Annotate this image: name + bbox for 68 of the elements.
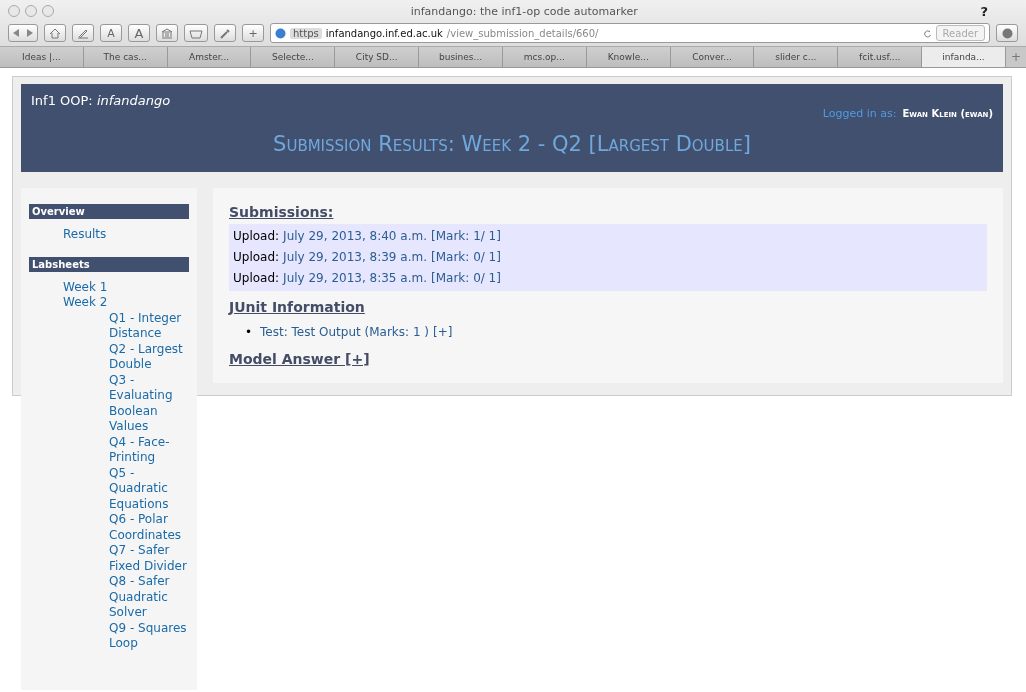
mark-link[interactable]: [Mark: 0/ 1] <box>431 247 501 268</box>
bullet: • <box>245 325 253 339</box>
reload-icon[interactable] <box>922 28 932 38</box>
page-title: Submission Results: Week 2 - Q2 [Largest Double] <box>272 132 752 156</box>
browser-tab[interactable]: Amster... <box>167 47 252 67</box>
browser-tab[interactable]: slider c... <box>754 47 839 67</box>
sidebar-link[interactable]: Results <box>29 227 189 243</box>
address-field[interactable]: https infandango.inf.ed.ac.uk /view_submission_details/660/ Reader <box>270 23 990 43</box>
section-heading[interactable]: Model Answer [+] <box>229 351 987 367</box>
expand-link[interactable]: [+] <box>433 325 453 339</box>
sidebar-link[interactable]: Q9 - Squares Loop <box>29 620 189 652</box>
section-heading[interactable]: Submissions: <box>229 204 987 220</box>
upload-label: Upload: <box>233 228 280 245</box>
logged-in-label: Logged in as: <box>822 107 897 120</box>
section-heading[interactable]: JUnit Information <box>229 299 987 315</box>
browser-tab[interactable]: Selecte... <box>251 47 336 67</box>
upload-label: Upload: <box>233 270 280 287</box>
mark-link[interactable]: [Mark: 1/ 1] <box>431 226 501 247</box>
sidebar-link[interactable]: Week 2 <box>29 295 189 311</box>
sidebar-link[interactable]: Q5 - Quadratic Equations <box>29 465 189 512</box>
sidebar-link[interactable]: Q1 - Integer Distance <box>29 310 189 342</box>
upload-label: Upload: <box>233 249 280 266</box>
home-icon <box>49 27 61 39</box>
mark-link[interactable]: [Mark: 0/ 1] <box>431 268 501 289</box>
browser-tab[interactable]: busines... <box>419 47 503 67</box>
sidebar-heading: Labsheets <box>29 256 189 272</box>
edit-button[interactable] <box>72 24 94 42</box>
window-control-icon[interactable] <box>8 5 20 17</box>
sidebar-link[interactable]: Week 1 <box>29 279 189 295</box>
test-result: Test: Test Output (Marks: 1 ) <box>260 325 430 339</box>
browser-tab[interactable]: infanda... <box>922 47 1006 67</box>
window-control-icon[interactable] <box>25 5 37 17</box>
sidebar-link[interactable]: Q6 - Polar Coordinates <box>29 512 189 543</box>
basket-button[interactable] <box>184 24 208 42</box>
window-control-icon[interactable] <box>42 5 54 17</box>
text-larger-button[interactable]: A <box>128 24 150 42</box>
arrows-icon <box>13 29 33 37</box>
sidebar-link[interactable]: Q3 - Evaluating Boolean Values <box>29 372 189 435</box>
browser-tab[interactable]: fcit.usf.... <box>838 47 923 67</box>
window-title: infandango: the inf1-op code automarker <box>409 4 639 18</box>
browser-tab[interactable]: The cas... <box>83 47 168 67</box>
browser-tab[interactable]: City SD... <box>335 47 420 67</box>
download-icon <box>1001 27 1013 39</box>
sidebar-link[interactable]: Q4 - Face-Printing <box>29 434 189 466</box>
site-title: Inf1 OOP: infandango <box>31 93 172 108</box>
user-name: Ewan Klein (ewan) <box>902 108 993 119</box>
browser-tab[interactable]: Knowle... <box>586 47 671 67</box>
globe-icon <box>275 27 286 39</box>
browser-tab[interactable]: Conver... <box>670 47 755 67</box>
upload-time-link[interactable]: July 29, 2013, 8:39 a.m. <box>283 247 427 268</box>
bank-icon <box>161 27 173 39</box>
help-icon[interactable]: ? <box>980 3 988 19</box>
pencil-icon <box>77 27 89 39</box>
text-smaller-button[interactable]: A <box>100 24 122 42</box>
bank-button[interactable] <box>156 24 178 42</box>
download-button[interactable] <box>996 24 1018 42</box>
browser-tab[interactable]: mcs.op... <box>502 47 587 67</box>
sidebar-link[interactable]: Q8 - Safer Quadratic Solver <box>29 574 189 621</box>
basket-icon <box>189 27 203 39</box>
sidebar-link[interactable]: Q2 - Largest Double <box>29 341 189 373</box>
sidebar-heading: Overview <box>29 204 189 219</box>
upload-time-link[interactable]: July 29, 2013, 8:40 a.m. <box>283 226 427 247</box>
sidebar-link[interactable]: Q7 - Safer Fixed Divider <box>29 543 189 574</box>
home-button[interactable] <box>44 24 66 42</box>
add-button[interactable]: + <box>242 24 264 42</box>
back-forward-button[interactable] <box>8 24 38 42</box>
browser-tab[interactable]: Ideas |... <box>0 47 84 67</box>
upload-time-link[interactable]: July 29, 2013, 8:35 a.m. <box>283 268 427 289</box>
